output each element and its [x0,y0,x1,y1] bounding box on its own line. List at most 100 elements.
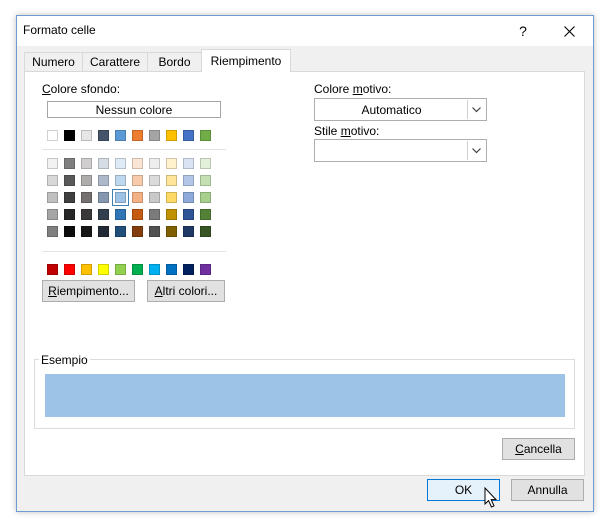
color-swatch[interactable] [166,264,177,275]
tab-riempimento[interactable]: Riempimento [201,49,291,72]
format-cells-dialog: Formato celle ? Numero Carattere Bordo R… [16,15,594,512]
color-swatch[interactable] [200,175,211,186]
color-swatch[interactable] [149,192,160,203]
color-swatch[interactable] [81,264,92,275]
color-swatch[interactable] [47,130,58,141]
color-swatch[interactable] [115,226,126,237]
color-swatch[interactable] [98,226,109,237]
color-swatch[interactable] [132,209,143,220]
color-swatch[interactable] [47,209,58,220]
close-button[interactable] [547,16,591,46]
fill-effects-button[interactable]: Riempimento... [42,280,135,302]
color-swatch[interactable] [183,158,194,169]
color-swatch[interactable] [115,209,126,220]
mouse-pointer-icon [484,487,498,508]
color-swatch[interactable] [98,158,109,169]
color-swatch[interactable] [64,192,75,203]
color-swatch[interactable] [81,130,92,141]
color-swatch[interactable] [98,264,109,275]
color-swatch[interactable] [166,158,177,169]
color-swatch[interactable] [81,226,92,237]
sample-preview [45,374,565,417]
color-swatch[interactable] [47,175,58,186]
color-swatch[interactable] [166,175,177,186]
pattern-style-label: Stile motivo: [314,124,380,138]
color-swatch[interactable] [81,175,92,186]
color-swatch[interactable] [98,175,109,186]
color-swatch[interactable] [64,175,75,186]
tab-bordo[interactable]: Bordo [147,52,202,71]
color-swatch[interactable] [81,192,92,203]
color-swatch[interactable] [132,226,143,237]
color-swatch[interactable] [132,158,143,169]
color-swatch[interactable] [132,175,143,186]
color-swatch[interactable] [200,192,211,203]
color-swatch[interactable] [47,264,58,275]
color-swatch[interactable] [64,130,75,141]
clear-button[interactable]: Cancella [502,438,575,460]
color-swatch[interactable] [132,192,143,203]
color-swatch[interactable] [183,130,194,141]
tab-label: Bordo [158,55,191,69]
color-swatch[interactable] [183,209,194,220]
question-mark-icon: ? [519,23,527,39]
more-colors-button[interactable]: Altri colori... [147,280,225,302]
color-swatch[interactable] [47,192,58,203]
color-swatch[interactable] [112,189,129,206]
color-swatch[interactable] [64,158,75,169]
color-swatch[interactable] [166,226,177,237]
color-swatch[interactable] [149,226,160,237]
close-icon [563,25,575,37]
color-swatch[interactable] [115,264,126,275]
color-swatch[interactable] [98,192,109,203]
color-swatch[interactable] [149,209,160,220]
color-swatch[interactable] [115,130,126,141]
color-swatch[interactable] [64,264,75,275]
fill-tab-panel: Colore sfondo: Nessun colore Riempimento… [24,71,585,476]
color-swatch[interactable] [183,264,194,275]
color-swatch[interactable] [132,130,143,141]
sample-label: Esempio [39,353,90,367]
color-swatch[interactable] [200,264,211,275]
color-swatch[interactable] [166,209,177,220]
color-swatch[interactable] [115,175,126,186]
clear-label: Cancella [515,442,562,456]
color-swatch[interactable] [149,175,160,186]
tab-numero[interactable]: Numero [24,52,83,71]
no-color-label: Nessun colore [95,102,173,117]
cancel-button[interactable]: Annulla [511,479,584,501]
pattern-style-value [315,140,468,161]
color-swatch[interactable] [183,175,194,186]
color-swatch[interactable] [115,158,126,169]
color-swatch[interactable] [149,158,160,169]
color-swatch[interactable] [183,226,194,237]
color-swatch[interactable] [132,264,143,275]
chevron-down-icon[interactable] [467,141,485,160]
color-swatch[interactable] [200,226,211,237]
palette-separator [42,251,226,252]
color-swatch[interactable] [166,192,177,203]
pattern-color-dropdown[interactable]: Automatico [314,98,487,121]
palette-separator [42,149,226,150]
color-swatch[interactable] [149,130,160,141]
color-swatch[interactable] [200,209,211,220]
color-swatch[interactable] [47,158,58,169]
color-swatch[interactable] [64,226,75,237]
color-swatch[interactable] [183,192,194,203]
color-swatch[interactable] [47,226,58,237]
help-button[interactable]: ? [501,16,545,46]
color-swatch[interactable] [149,264,160,275]
color-swatch[interactable] [200,158,211,169]
color-swatch[interactable] [166,130,177,141]
ok-label: OK [454,483,473,497]
no-color-button[interactable]: Nessun colore [47,101,221,118]
tab-carattere[interactable]: Carattere [82,52,148,71]
color-swatch[interactable] [64,209,75,220]
chevron-down-icon[interactable] [467,100,485,119]
color-swatch[interactable] [98,130,109,141]
color-swatch[interactable] [81,209,92,220]
pattern-style-dropdown[interactable] [314,139,487,162]
color-swatch[interactable] [200,130,211,141]
color-swatch[interactable] [81,158,92,169]
color-swatch[interactable] [98,209,109,220]
